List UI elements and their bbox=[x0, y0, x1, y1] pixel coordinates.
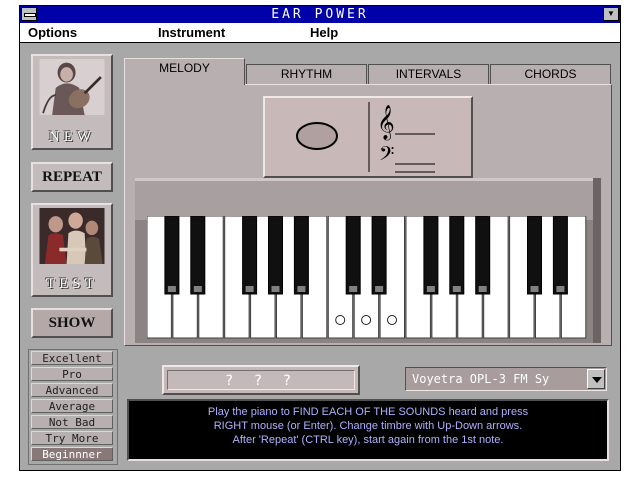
app-window: EAR POWER ▼ Options Instrument Help NEW … bbox=[19, 5, 621, 471]
piano-keys bbox=[147, 216, 587, 339]
instruction-line: After 'Repeat' (CTRL key), start again f… bbox=[232, 434, 504, 446]
level-beginner: Beginnner bbox=[31, 447, 113, 461]
bass-clef-icon: 𝄢 bbox=[379, 142, 394, 170]
black-key-highlight bbox=[245, 286, 254, 292]
level-not-bad: Not Bad bbox=[31, 415, 113, 429]
black-key[interactable] bbox=[242, 216, 258, 295]
answer-text: ? ? ? bbox=[167, 370, 355, 390]
black-key-highlight bbox=[478, 286, 487, 292]
level-try-more: Try More bbox=[31, 431, 113, 445]
black-key[interactable] bbox=[268, 216, 283, 295]
repeat-button[interactable]: REPEAT bbox=[31, 162, 113, 192]
tab-chords[interactable]: CHORDS bbox=[490, 64, 611, 84]
title-bar: EAR POWER ▼ bbox=[20, 6, 620, 23]
window-title: EAR POWER bbox=[271, 7, 369, 22]
instruction-line: RIGHT mouse (or Enter). Change timbre wi… bbox=[213, 420, 523, 432]
tab-strip: MELODY RHYTHM INTERVALS CHORDS bbox=[124, 58, 612, 85]
black-key[interactable] bbox=[164, 216, 180, 295]
show-button[interactable]: SHOW bbox=[31, 308, 113, 338]
menu-bar: Options Instrument Help bbox=[20, 23, 620, 43]
repeat-label: REPEAT bbox=[42, 169, 102, 185]
whole-note-icon bbox=[296, 122, 338, 150]
black-key-highlight bbox=[426, 286, 435, 292]
level-excellent: Excellent bbox=[31, 351, 113, 365]
menu-options[interactable]: Options bbox=[28, 24, 77, 41]
answer-box: ? ? ? bbox=[162, 365, 360, 395]
menu-help[interactable]: Help bbox=[310, 24, 338, 41]
black-key-highlight bbox=[193, 286, 202, 292]
piano-keyboard bbox=[135, 178, 601, 343]
level-advanced: Advanced bbox=[31, 383, 113, 397]
svg-text:𝄢: 𝄢 bbox=[379, 142, 394, 170]
instrument-value: Voyetra OPL-3 FM Sy bbox=[412, 372, 550, 386]
tab-intervals[interactable]: INTERVALS bbox=[368, 64, 489, 84]
black-key[interactable] bbox=[293, 216, 309, 295]
test-button[interactable]: TEST bbox=[31, 203, 113, 297]
black-key[interactable] bbox=[371, 216, 387, 295]
lute-player-picture bbox=[39, 59, 105, 115]
main-content: NEW REPEAT TEST SHOW Excellent Pro Advan… bbox=[20, 43, 620, 470]
treble-clef-icon: 𝄞 bbox=[377, 105, 395, 141]
level-average: Average bbox=[31, 399, 113, 413]
black-key[interactable] bbox=[527, 216, 542, 295]
black-key[interactable] bbox=[423, 216, 439, 295]
black-key-highlight bbox=[452, 286, 461, 292]
show-label: SHOW bbox=[48, 315, 96, 331]
menu-instrument[interactable]: Instrument bbox=[158, 24, 225, 41]
test-label: TEST bbox=[46, 276, 98, 292]
minimize-icon[interactable]: ▼ bbox=[603, 7, 619, 21]
staff-lines bbox=[395, 133, 435, 173]
tab-rhythm[interactable]: RHYTHM bbox=[246, 64, 367, 84]
dropdown-arrow-icon[interactable] bbox=[587, 369, 605, 389]
note-display: 𝄞 𝄢 bbox=[263, 96, 473, 178]
black-key-highlight bbox=[167, 286, 176, 292]
musicians-painting-picture bbox=[39, 208, 105, 264]
svg-text:𝄞: 𝄞 bbox=[377, 105, 395, 141]
black-key[interactable] bbox=[345, 216, 361, 295]
tab-melody[interactable]: MELODY bbox=[124, 58, 245, 85]
black-key[interactable] bbox=[475, 216, 491, 295]
black-key[interactable] bbox=[190, 216, 206, 295]
instruction-line: Play the piano to FIND EACH OF THE SOUND… bbox=[207, 406, 529, 418]
new-label: NEW bbox=[48, 129, 96, 145]
black-key-highlight bbox=[271, 286, 280, 292]
level-pro: Pro bbox=[31, 367, 113, 381]
new-button[interactable]: NEW bbox=[31, 54, 113, 150]
black-key-highlight bbox=[530, 286, 539, 292]
instructions-panel: Play the piano to FIND EACH OF THE SOUND… bbox=[127, 399, 609, 461]
instrument-select[interactable]: Voyetra OPL-3 FM Sy bbox=[405, 367, 607, 391]
black-key-highlight bbox=[375, 286, 384, 292]
black-key-highlight bbox=[349, 286, 358, 292]
black-key-highlight bbox=[556, 286, 565, 292]
piano-lid bbox=[135, 178, 601, 220]
black-key[interactable] bbox=[552, 216, 568, 295]
black-key-highlight bbox=[297, 286, 306, 292]
black-key[interactable] bbox=[449, 216, 465, 295]
